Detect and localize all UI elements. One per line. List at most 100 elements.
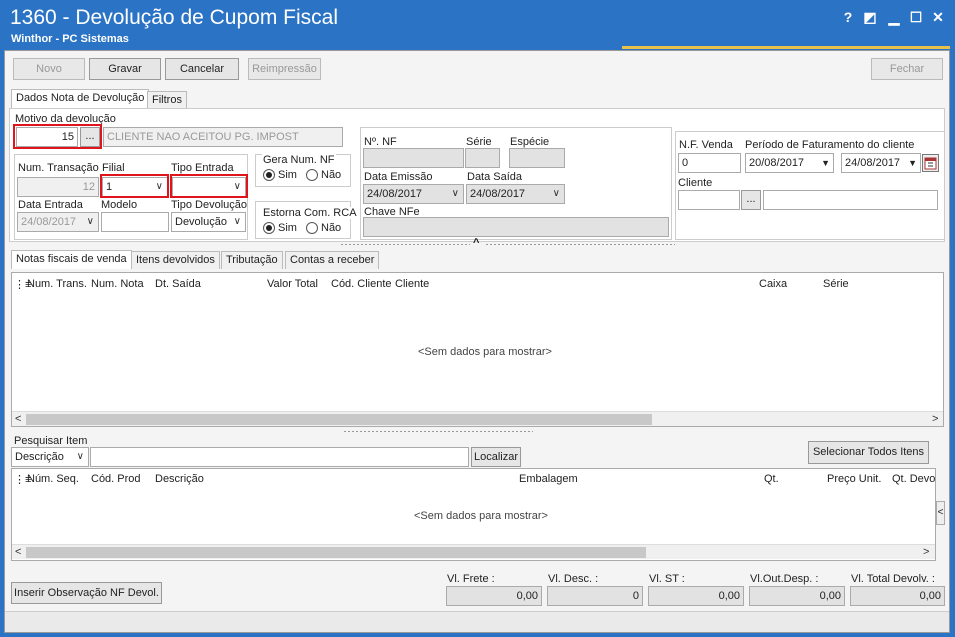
col-embalagem[interactable]: Embalagem — [519, 473, 578, 485]
scroll-right-icon[interactable]: > — [932, 412, 938, 427]
tab-dados-nota[interactable]: Dados Nota de Devolução — [11, 89, 150, 108]
estorna-sim-radio[interactable] — [263, 222, 275, 234]
col-preco-unit[interactable]: Preço Unit. — [827, 473, 881, 485]
modelo-field[interactable] — [101, 212, 169, 232]
reimpressao-button[interactable]: Reimpressão — [248, 58, 321, 80]
vl-frete-label: Vl. Frete : — [447, 573, 495, 585]
novo-button[interactable]: Novo — [13, 58, 85, 80]
periodo-inicio-field[interactable]: 20/08/2017 — [745, 153, 834, 173]
grid1-scroll-thumb[interactable] — [26, 414, 652, 425]
data-emissao-label: Data Emissão — [364, 171, 433, 183]
tab-filtros[interactable]: Filtros — [147, 91, 187, 109]
periodo-label: Período de Faturamento do cliente — [745, 139, 915, 151]
especie-field — [509, 148, 565, 168]
vl-desc-field: 0 — [547, 586, 643, 606]
estorna-label: Estorna Com. RCA — [262, 207, 358, 219]
vl-desc-label: Vl. Desc. : — [548, 573, 599, 585]
tipo-entrada-highlight — [170, 174, 248, 198]
vl-st-label: Vl. ST : — [649, 573, 685, 585]
cancelar-button[interactable]: Cancelar — [165, 58, 239, 80]
nf-venda-field[interactable]: 0 — [678, 153, 741, 173]
col-qt[interactable]: Qt. — [764, 473, 779, 485]
cliente-name-field — [763, 190, 938, 210]
col-cod-prod[interactable]: Cód. Prod — [91, 473, 141, 485]
minimize-icon[interactable]: ▁ — [884, 8, 904, 26]
tab-notas-fiscais[interactable]: Notas fiscais de venda — [11, 250, 132, 269]
vl-frete-field: 0,00 — [446, 586, 542, 606]
grid1-empty-message: <Sem dados para mostrar> — [418, 346, 552, 358]
col-num-nota[interactable]: Num. Nota — [91, 278, 144, 290]
calendar-icon[interactable] — [922, 154, 939, 172]
cliente-label: Cliente — [678, 177, 713, 189]
title-bar: 1360 - Devolução de Cupom Fiscal Winthor… — [0, 0, 955, 50]
client-area: Novo Gravar Cancelar Reimpressão Fechar … — [4, 50, 950, 633]
estorna-sim-label: Sim — [278, 222, 297, 234]
grid2-empty-message: <Sem dados para mostrar> — [414, 510, 548, 522]
tab-contas-receber[interactable]: Contas a receber — [285, 251, 380, 269]
col-num-trans[interactable]: Num. Trans. — [27, 278, 87, 290]
cliente-code-field[interactable] — [678, 190, 740, 210]
col-num-seq[interactable]: Núm. Seq. — [27, 473, 79, 485]
col-serie[interactable]: Série — [823, 278, 849, 290]
data-emissao-field[interactable]: 24/08/2017 — [363, 184, 464, 204]
application-window: 1360 - Devolução de Cupom Fiscal Winthor… — [0, 0, 955, 637]
col-dt-saida[interactable]: Dt. Saída — [155, 278, 201, 290]
col-qt-devo[interactable]: Qt. Devo — [892, 473, 935, 485]
chave-nfe-field — [363, 217, 669, 237]
num-transacao-label: Num. Transação — [18, 162, 99, 174]
maximize-icon[interactable]: ☐ — [906, 8, 926, 26]
tipo-devolucao-select[interactable]: Devolução — [171, 212, 246, 232]
motivo-highlight — [13, 124, 102, 149]
collapse-icon[interactable]: ^ — [473, 237, 479, 249]
grid2-side-toggle-icon[interactable]: < — [936, 501, 945, 525]
grid2-scroll-thumb[interactable] — [26, 547, 646, 558]
periodo-fim-field[interactable]: 24/08/2017 — [841, 153, 921, 173]
pesquisar-label: Pesquisar Item — [14, 435, 88, 447]
vl-st-field: 0,00 — [648, 586, 744, 606]
gera-nf-sim-radio[interactable] — [263, 169, 275, 181]
vl-total-label: Vl. Total Devolv. : — [851, 573, 935, 585]
inserir-observacao-button[interactable]: Inserir Observação NF Devol. — [11, 582, 162, 604]
data-entrada-label: Data Entrada — [18, 199, 83, 211]
grid-splitter-grip[interactable] — [343, 430, 533, 433]
gera-nf-nao-radio[interactable] — [306, 169, 318, 181]
serie-field — [465, 148, 500, 168]
search-mode-select[interactable]: Descrição — [11, 447, 89, 467]
close-icon[interactable]: ✕ — [928, 8, 948, 26]
title-accent-bar — [622, 46, 950, 49]
vl-total-field: 0,00 — [850, 586, 945, 606]
gravar-button[interactable]: Gravar — [89, 58, 161, 80]
scroll2-left-icon[interactable]: < — [15, 545, 21, 560]
data-saida-field[interactable]: 24/08/2017 — [466, 184, 565, 204]
search-input[interactable] — [90, 447, 469, 467]
filial-label: Filial — [102, 162, 125, 174]
num-transacao-field: 12 — [17, 177, 99, 197]
tab-tributacao[interactable]: Tributação — [221, 251, 283, 269]
grid1-hscrollbar[interactable]: < > — [12, 411, 943, 426]
col-descricao[interactable]: Descrição — [155, 473, 204, 485]
vl-out-field: 0,00 — [749, 586, 845, 606]
grid2-hscrollbar[interactable]: < > — [12, 544, 935, 559]
selecionar-todos-button[interactable]: Selecionar Todos Itens — [808, 441, 929, 464]
col-valor-total[interactable]: Valor Total — [267, 278, 318, 290]
scroll-left-icon[interactable]: < — [15, 412, 21, 427]
localizar-button[interactable]: Localizar — [471, 447, 521, 467]
tipo-devolucao-label: Tipo Devolução — [171, 199, 248, 211]
col-cod-cliente[interactable]: Cód. Cliente — [331, 278, 392, 290]
status-bar — [5, 611, 949, 632]
splitter-grip-right[interactable] — [485, 243, 675, 246]
fechar-button[interactable]: Fechar — [871, 58, 943, 80]
nf-field — [363, 148, 464, 168]
itens-grid: ⋮≡ Núm. Seq. Cód. Prod Descrição Embalag… — [11, 468, 936, 561]
splitter-grip-left[interactable] — [340, 243, 470, 246]
scroll2-right-icon[interactable]: > — [923, 545, 929, 560]
cliente-search-button[interactable]: ... — [741, 190, 761, 210]
vl-out-label: Vl.Out.Desp. : — [750, 573, 819, 585]
especie-label: Espécie — [510, 136, 550, 148]
tab-itens-devolvidos[interactable]: Itens devolvidos — [131, 251, 220, 269]
estorna-nao-radio[interactable] — [306, 222, 318, 234]
restore-icon[interactable]: ◩ — [860, 8, 880, 26]
col-caixa[interactable]: Caixa — [759, 278, 787, 290]
col-cliente[interactable]: Cliente — [395, 278, 429, 290]
help-icon[interactable]: ? — [838, 8, 858, 26]
